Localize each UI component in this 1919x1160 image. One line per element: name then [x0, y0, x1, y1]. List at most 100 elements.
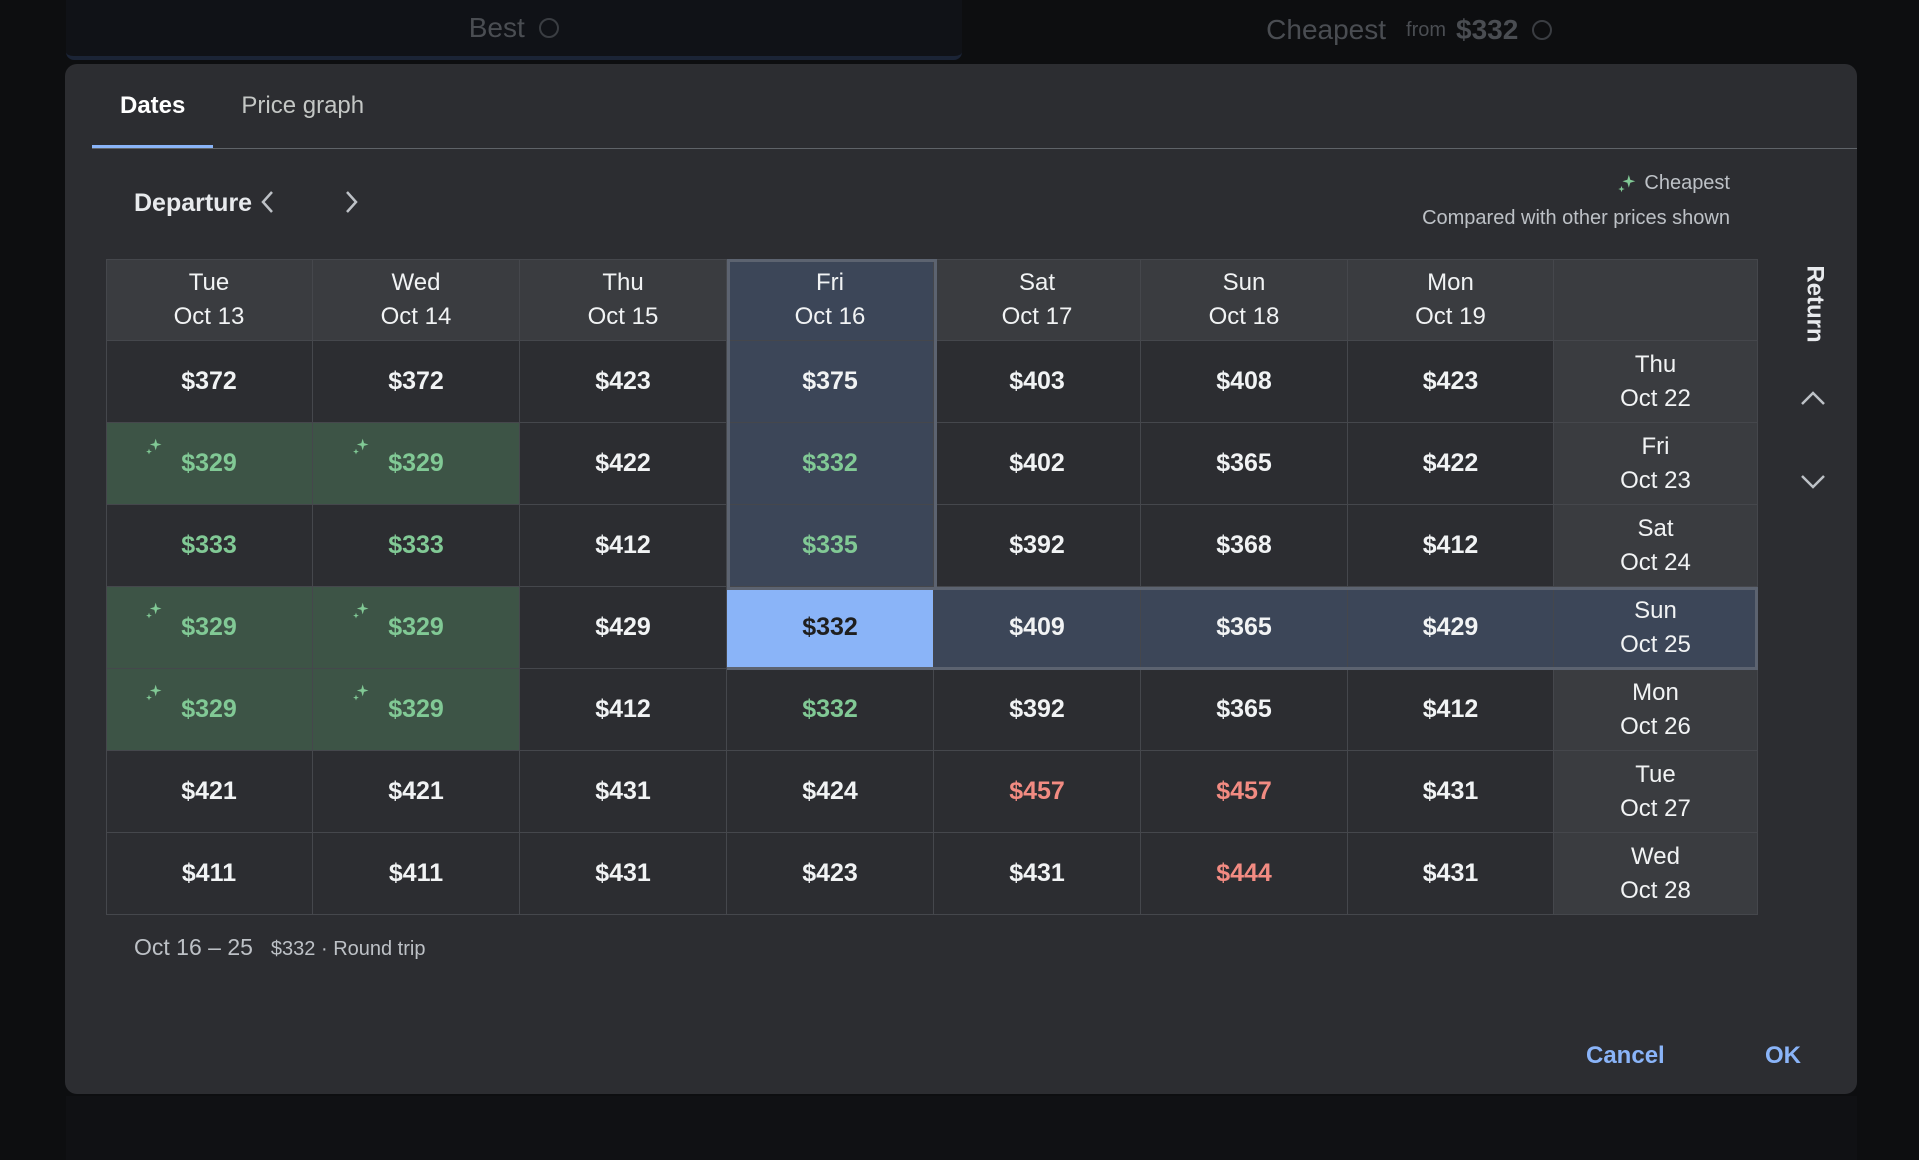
departure-header-0[interactable]: Tue Oct 13 — [106, 259, 313, 341]
price-cell[interactable]: $403 — [934, 341, 1141, 423]
price-value: $372 — [388, 367, 444, 395]
price-cell[interactable]: $329 — [106, 423, 313, 505]
price-cell[interactable]: $431 — [934, 833, 1141, 915]
price-cell[interactable]: $409 — [934, 587, 1141, 669]
return-header-day: Tue — [1635, 760, 1676, 788]
price-cell[interactable]: $422 — [520, 423, 727, 505]
departure-header-3[interactable]: Fri Oct 16 — [727, 259, 934, 341]
price-value: $431 — [595, 777, 651, 805]
price-cell[interactable]: $372 — [313, 341, 520, 423]
price-cell[interactable]: $412 — [520, 505, 727, 587]
price-cell[interactable]: $375 — [727, 341, 934, 423]
return-prev-button[interactable] — [1789, 374, 1837, 422]
price-cell[interactable]: $332 — [727, 587, 934, 669]
price-cell[interactable]: $335 — [727, 505, 934, 587]
return-header-6[interactable]: Wed Oct 28 — [1554, 833, 1758, 915]
departure-prev-button[interactable] — [246, 180, 290, 224]
price-cell[interactable]: $329 — [106, 669, 313, 751]
sparkle-icon — [144, 599, 164, 619]
chevron-left-icon — [261, 191, 273, 213]
chevron-up-icon — [1801, 391, 1825, 405]
price-cell[interactable]: $333 — [106, 505, 313, 587]
price-cell[interactable]: $457 — [1141, 751, 1348, 833]
background-tab-cheapest-label: Cheapest — [1266, 14, 1387, 45]
price-cell[interactable]: $423 — [1348, 341, 1554, 423]
price-cell[interactable]: $411 — [313, 833, 520, 915]
price-cell[interactable]: $365 — [1141, 587, 1348, 669]
price-cell[interactable]: $429 — [520, 587, 727, 669]
sparkle-icon — [1618, 174, 1636, 192]
price-value: $412 — [595, 531, 651, 559]
price-cell[interactable]: $329 — [313, 423, 520, 505]
price-value: $332 — [802, 613, 858, 641]
departure-header-day: Thu — [602, 268, 644, 296]
sparkle-icon — [144, 435, 164, 455]
price-cell[interactable]: $368 — [1141, 505, 1348, 587]
price-grid: Tue Oct 13 Wed Oct 14 Thu Oct 15 Fri Oct 16 Sat O… — [106, 259, 1758, 915]
price-value: $423 — [802, 859, 858, 887]
price-value: $457 — [1009, 777, 1065, 805]
price-cell[interactable]: $329 — [313, 587, 520, 669]
price-cell[interactable]: $421 — [106, 751, 313, 833]
return-header-2[interactable]: Sat Oct 24 — [1554, 505, 1758, 587]
price-cell[interactable]: $424 — [727, 751, 934, 833]
sparkle-icon — [351, 435, 371, 455]
price-cell[interactable]: $408 — [1141, 341, 1348, 423]
price-cell[interactable]: $332 — [727, 423, 934, 505]
price-value: $368 — [1216, 531, 1272, 559]
price-cell[interactable]: $392 — [934, 669, 1141, 751]
price-value: $375 — [802, 367, 858, 395]
departure-header-5[interactable]: Sun Oct 18 — [1141, 259, 1348, 341]
return-header-3[interactable]: Sun Oct 25 — [1554, 587, 1758, 669]
cancel-button[interactable]: Cancel — [1576, 1034, 1675, 1078]
price-cell[interactable]: $329 — [106, 587, 313, 669]
price-cell[interactable]: $402 — [934, 423, 1141, 505]
departure-header-6[interactable]: Mon Oct 19 — [1348, 259, 1554, 341]
price-cell[interactable]: $431 — [520, 833, 727, 915]
return-header-0[interactable]: Thu Oct 22 — [1554, 341, 1758, 423]
departure-header-2[interactable]: Thu Oct 15 — [520, 259, 727, 341]
price-cell[interactable]: $392 — [934, 505, 1141, 587]
price-cell[interactable]: $372 — [106, 341, 313, 423]
price-cell[interactable]: $412 — [520, 669, 727, 751]
price-cell[interactable]: $412 — [1348, 669, 1554, 751]
price-cell[interactable]: $431 — [1348, 751, 1554, 833]
departure-header-1[interactable]: Wed Oct 14 — [313, 259, 520, 341]
tab-dates[interactable]: Dates — [92, 64, 214, 148]
price-cell[interactable]: $444 — [1141, 833, 1348, 915]
price-cell[interactable]: $333 — [313, 505, 520, 587]
price-cell[interactable]: $365 — [1141, 669, 1348, 751]
price-cell[interactable]: $422 — [1348, 423, 1554, 505]
price-cell[interactable]: $365 — [1141, 423, 1348, 505]
return-header-4[interactable]: Mon Oct 26 — [1554, 669, 1758, 751]
price-cell[interactable]: $332 — [727, 669, 934, 751]
price-cell[interactable]: $411 — [106, 833, 313, 915]
return-header-date: Oct 27 — [1620, 794, 1691, 822]
departure-header-4[interactable]: Sat Oct 17 — [934, 259, 1141, 341]
price-cell[interactable]: $329 — [313, 669, 520, 751]
price-cell[interactable]: $421 — [313, 751, 520, 833]
price-cell[interactable]: $412 — [1348, 505, 1554, 587]
price-value: $365 — [1216, 613, 1272, 641]
price-value: $424 — [802, 777, 858, 805]
price-value: $412 — [1422, 695, 1479, 723]
grid-corner — [1554, 259, 1758, 341]
price-cell[interactable]: $423 — [727, 833, 934, 915]
return-next-button[interactable] — [1789, 458, 1837, 506]
price-cell[interactable]: $429 — [1348, 587, 1554, 669]
return-header-5[interactable]: Tue Oct 27 — [1554, 751, 1758, 833]
tab-price-graph[interactable]: Price graph — [213, 64, 392, 148]
price-cell[interactable]: $431 — [520, 751, 727, 833]
return-header-date: Oct 24 — [1620, 548, 1691, 576]
price-cell[interactable]: $457 — [934, 751, 1141, 833]
return-header-day: Sat — [1637, 514, 1674, 542]
price-cell[interactable]: $423 — [520, 341, 727, 423]
ok-button[interactable]: OK — [1755, 1034, 1811, 1078]
background-result-row — [66, 1096, 1857, 1160]
price-value: $329 — [388, 449, 444, 477]
background-tab-cheapest-from: from — [1406, 18, 1447, 41]
price-cell[interactable]: $431 — [1348, 833, 1554, 915]
return-header-1[interactable]: Fri Oct 23 — [1554, 423, 1758, 505]
return-header-date: Oct 22 — [1620, 384, 1691, 412]
departure-next-button[interactable] — [329, 180, 373, 224]
